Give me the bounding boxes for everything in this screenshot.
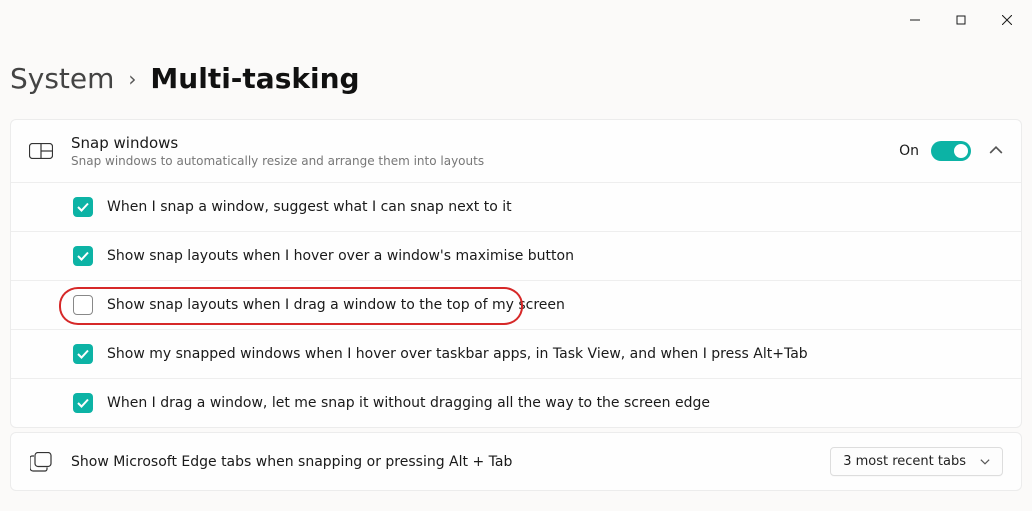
snap-option-row: When I snap a window, suggest what I can…	[11, 182, 1021, 231]
overlapping-windows-icon	[29, 450, 53, 474]
toggle-label: On	[899, 143, 919, 159]
titlebar	[0, 0, 1032, 40]
snap-windows-header[interactable]: Snap windows Snap windows to automatical…	[11, 120, 1021, 182]
option-label: When I drag a window, let me snap it wit…	[107, 395, 710, 411]
option-label: Show my snapped windows when I hover ove…	[107, 346, 808, 362]
minimize-button[interactable]	[892, 4, 938, 36]
snap-windows-card: Snap windows Snap windows to automatical…	[10, 119, 1022, 428]
checkbox[interactable]	[73, 295, 93, 315]
dropdown-value: 3 most recent tabs	[843, 454, 966, 469]
maximize-button[interactable]	[938, 4, 984, 36]
checkbox[interactable]	[73, 393, 93, 413]
snap-subtitle: Snap windows to automatically resize and…	[71, 154, 881, 168]
snap-title: Snap windows	[71, 134, 881, 152]
close-button[interactable]	[984, 4, 1030, 36]
snap-layout-icon	[29, 139, 53, 163]
breadcrumb: System › Multi-tasking	[0, 40, 1032, 119]
edge-tabs-title: Show Microsoft Edge tabs when snapping o…	[71, 454, 812, 470]
chevron-up-icon	[989, 146, 1003, 155]
snap-option-row: Show snap layouts when I drag a window t…	[11, 280, 1021, 329]
option-label: When I snap a window, suggest what I can…	[107, 199, 512, 215]
snap-toggle[interactable]	[931, 141, 971, 161]
breadcrumb-parent[interactable]: System	[10, 62, 114, 95]
checkbox[interactable]	[73, 197, 93, 217]
chevron-down-icon	[980, 458, 990, 465]
option-label: Show snap layouts when I hover over a wi…	[107, 248, 574, 264]
page-title: Multi-tasking	[150, 62, 359, 95]
checkbox[interactable]	[73, 344, 93, 364]
snap-option-row: When I drag a window, let me snap it wit…	[11, 378, 1021, 427]
snap-option-row: Show my snapped windows when I hover ove…	[11, 329, 1021, 378]
edge-tabs-card[interactable]: Show Microsoft Edge tabs when snapping o…	[10, 432, 1022, 491]
snap-option-row: Show snap layouts when I hover over a wi…	[11, 231, 1021, 280]
edge-tabs-dropdown[interactable]: 3 most recent tabs	[830, 447, 1003, 476]
checkbox[interactable]	[73, 246, 93, 266]
chevron-right-icon: ›	[128, 67, 136, 91]
option-label: Show snap layouts when I drag a window t…	[107, 297, 565, 313]
